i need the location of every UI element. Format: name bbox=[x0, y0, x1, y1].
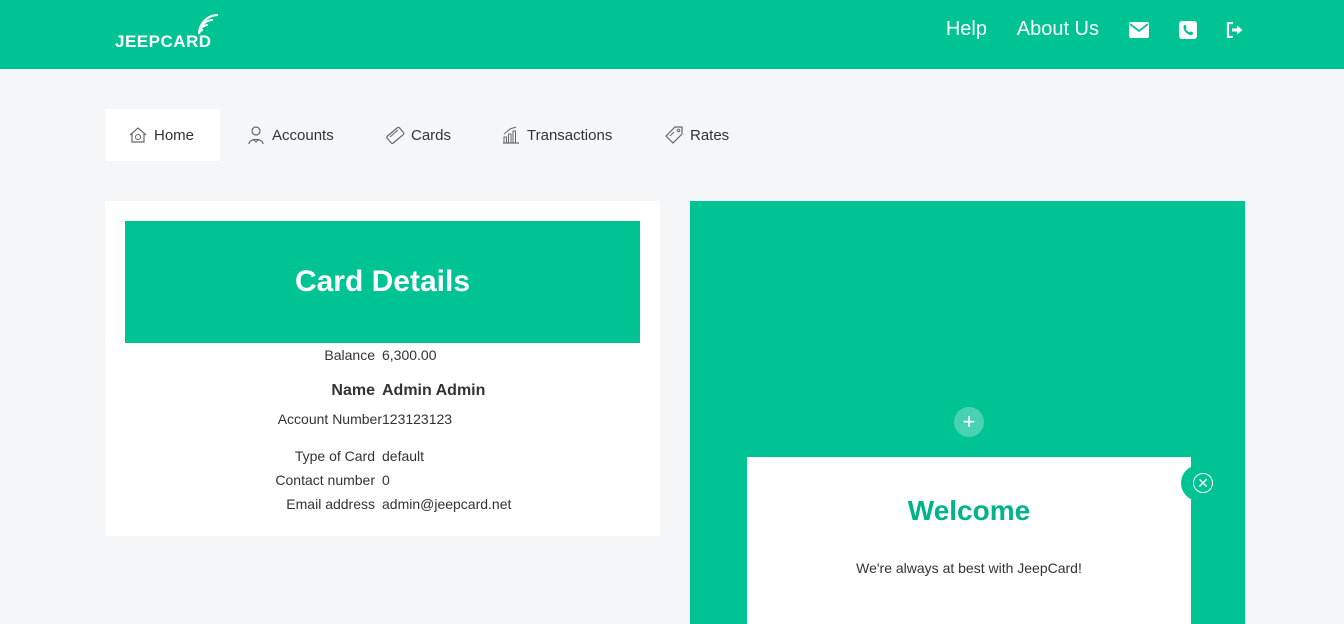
phone-icon[interactable] bbox=[1177, 19, 1199, 41]
wireless-icon bbox=[198, 14, 219, 35]
logo[interactable]: JEEPCARD bbox=[113, 12, 225, 52]
balance-value: 6,300.00 bbox=[382, 347, 437, 363]
tab-accounts[interactable]: Accounts bbox=[246, 109, 334, 161]
name-value: Admin Admin bbox=[382, 382, 486, 399]
tab-home[interactable]: Home bbox=[105, 109, 220, 161]
user-icon bbox=[246, 125, 266, 145]
card-details-title: Card Details bbox=[294, 265, 471, 298]
tab-accounts-label: Accounts bbox=[272, 126, 334, 144]
sign-out-icon[interactable] bbox=[1224, 19, 1246, 41]
card-details-header: Card Details bbox=[125, 221, 640, 343]
account-number-label: Account Number bbox=[277, 411, 382, 427]
welcome-title: Welcome bbox=[907, 495, 1031, 526]
home-icon bbox=[128, 125, 148, 145]
chart-icon bbox=[501, 125, 521, 145]
contact-number-value: 0 bbox=[382, 472, 390, 488]
tab-rates[interactable]: Rates bbox=[664, 109, 729, 161]
welcome-promo-panel: + Welcome We're always at best with Jeep… bbox=[690, 201, 1245, 624]
contact-number-label: Contact number bbox=[275, 472, 375, 488]
tab-transactions-label: Transactions bbox=[527, 126, 613, 144]
close-icon: ✕ bbox=[1193, 473, 1213, 493]
name-label: Name bbox=[331, 382, 375, 399]
card-icon bbox=[385, 125, 405, 145]
tab-home-label: Home bbox=[154, 126, 195, 144]
tab-transactions[interactable]: Transactions bbox=[501, 109, 612, 161]
envelope-icon[interactable] bbox=[1128, 19, 1150, 41]
close-button[interactable]: ✕ bbox=[1181, 465, 1225, 501]
email-value: admin@jeepcard.net bbox=[382, 496, 512, 512]
expand-plus-button[interactable]: + bbox=[954, 407, 984, 437]
account-number-value: 123123123 bbox=[382, 411, 453, 427]
help-link[interactable]: Help bbox=[946, 18, 987, 41]
card-type-label: Type of Card bbox=[294, 448, 375, 464]
tag-icon bbox=[664, 125, 684, 145]
balance-label: Balance bbox=[324, 347, 375, 363]
card-details-panel: Card Details Balance 6,300.00 Name Admin… bbox=[105, 201, 660, 536]
tab-cards-label: Cards bbox=[411, 126, 452, 144]
email-label: Email address bbox=[286, 496, 375, 512]
tab-rates-label: Rates bbox=[690, 126, 730, 144]
welcome-box: Welcome We're always at best with JeepCa… bbox=[747, 457, 1191, 624]
top-navbar: JEEPCARD Help About Us bbox=[0, 0, 1344, 69]
card-type-value: default bbox=[382, 448, 425, 464]
about-us-link[interactable]: About Us bbox=[1017, 18, 1099, 41]
welcome-text: We're always at best with JeepCard! bbox=[856, 560, 1082, 576]
tab-cards[interactable]: Cards bbox=[385, 109, 451, 161]
